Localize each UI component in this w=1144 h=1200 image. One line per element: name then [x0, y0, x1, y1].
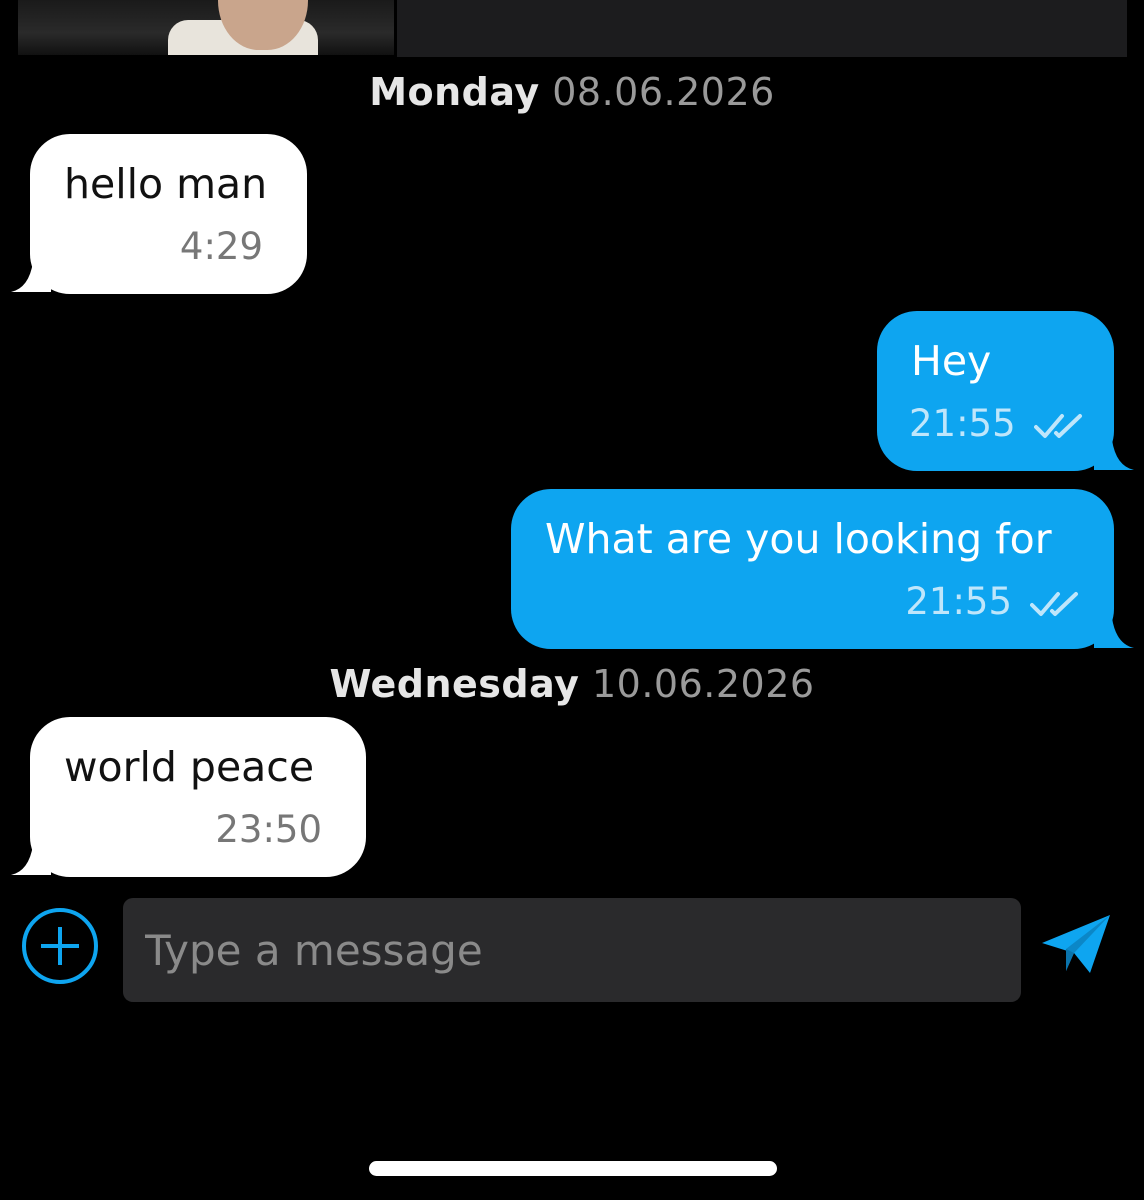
- message-time: 23:50: [215, 808, 322, 851]
- bubble-tail: [11, 262, 51, 292]
- message-text: What are you looking for: [545, 515, 1052, 563]
- message-meta: 21:55: [905, 580, 1084, 623]
- date-separator-day: Monday: [369, 70, 540, 114]
- message-text: world peace: [64, 743, 315, 791]
- message-meta: 21:55: [909, 402, 1088, 445]
- message-bubble-outgoing[interactable]: Hey 21:55: [877, 311, 1114, 471]
- media-preview[interactable]: [397, 0, 1127, 57]
- home-indicator[interactable]: [369, 1161, 777, 1176]
- message-composer: [0, 895, 1144, 1005]
- message-input[interactable]: [123, 898, 1021, 1002]
- send-icon[interactable]: [1040, 913, 1112, 975]
- message-bubble-incoming[interactable]: world peace 23:50: [30, 717, 366, 877]
- chat-screen: Monday 08.06.2026 hello man 4:29 Hey 21:…: [0, 0, 1144, 1200]
- double-check-icon: [1033, 413, 1082, 438]
- bubble-tail: [1094, 618, 1134, 648]
- bubble-tail: [1094, 440, 1134, 470]
- date-separator-date: 10.06.2026: [591, 662, 815, 706]
- message-time: 4:29: [179, 225, 263, 268]
- date-separator-day: Wednesday: [329, 662, 580, 706]
- message-bubble-incoming[interactable]: hello man 4:29: [30, 134, 307, 294]
- message-text: Hey: [911, 337, 992, 385]
- date-separator-date: 08.06.2026: [552, 70, 775, 114]
- contact-photo[interactable]: [18, 0, 394, 55]
- date-separator: Monday 08.06.2026: [0, 70, 1144, 114]
- bubble-tail: [11, 845, 51, 875]
- message-time: 21:55: [905, 580, 1012, 623]
- message-bubble-outgoing[interactable]: What are you looking for 21:55: [511, 489, 1114, 649]
- message-time: 21:55: [909, 402, 1016, 445]
- date-separator: Wednesday 10.06.2026: [0, 662, 1144, 706]
- plus-circle-icon[interactable]: [22, 908, 98, 984]
- double-check-icon: [1030, 591, 1078, 616]
- message-text: hello man: [64, 160, 268, 208]
